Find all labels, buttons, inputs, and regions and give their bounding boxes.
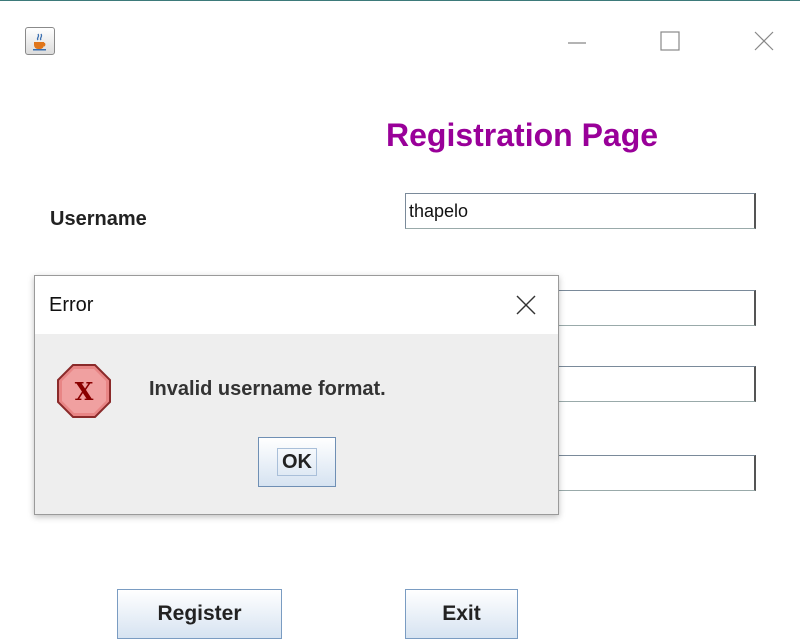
error-icon: X [55,362,113,420]
window-titlebar [0,1,800,55]
dialog-titlebar: Error [35,276,558,334]
ok-button[interactable]: OK [258,437,336,487]
svg-text:X: X [75,377,94,406]
maximize-icon[interactable] [658,29,682,53]
java-coffee-icon[interactable] [25,27,55,55]
minimize-icon[interactable] [565,29,589,53]
dialog-message: Invalid username format. [149,378,386,400]
username-label: Username [50,208,147,230]
dialog-title: Error [49,294,94,316]
error-dialog: Error X Invalid username format. OK [34,275,559,515]
page-title: Registration Page [386,117,659,153]
close-icon[interactable] [752,29,776,53]
dialog-close-icon[interactable] [513,292,539,318]
register-button[interactable]: Register [117,589,282,639]
username-field[interactable]: thapelo [405,193,756,229]
ok-button-label: OK [277,448,317,476]
exit-button[interactable]: Exit [405,589,518,639]
